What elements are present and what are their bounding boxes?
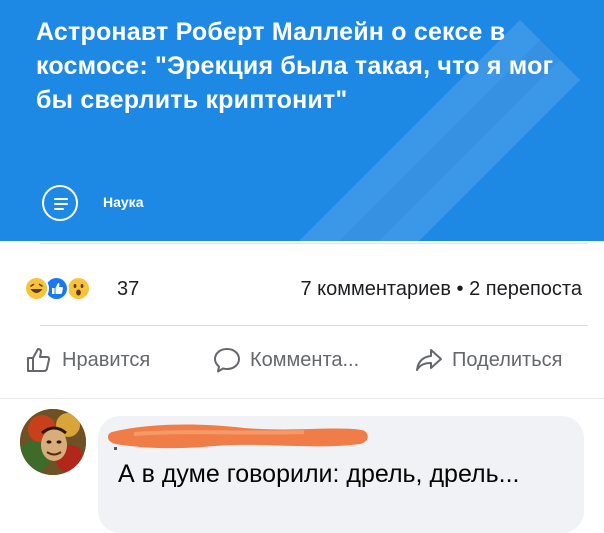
share-arrow-icon	[416, 349, 442, 371]
article-title[interactable]: Астронавт Роберт Маллейн о сексе в космо…	[36, 15, 556, 117]
reaction-count[interactable]: 37	[117, 278, 139, 301]
speech-bubble-icon	[214, 348, 240, 373]
share-label: Поделиться	[452, 348, 563, 371]
laugh-emoji-icon	[24, 276, 49, 301]
comment-text: А в думе говорили: дрель, дрель...	[118, 460, 520, 488]
comment-button[interactable]: Коммента...	[212, 344, 359, 376]
comments-reposts-count[interactable]: 7 комментариев • 2 перепоста	[300, 278, 582, 301]
avatar-image	[20, 409, 86, 475]
commenter-avatar[interactable]	[20, 409, 86, 475]
wow-emoji-icon	[66, 276, 91, 301]
like-label: Нравится	[62, 348, 151, 371]
like-button[interactable]: Нравится	[24, 344, 150, 376]
menu-lines-icon[interactable]	[42, 185, 78, 221]
comment-label: Коммента...	[250, 348, 360, 371]
card-divider	[40, 243, 588, 244]
article-card[interactable]: Астронавт Роберт Маллейн о сексе в космо…	[0, 0, 604, 241]
category-label[interactable]: Наука	[103, 194, 143, 210]
thumbs-up-icon	[27, 348, 51, 372]
share-button[interactable]: Поделиться	[414, 344, 562, 376]
divider	[0, 398, 604, 399]
divider	[40, 325, 588, 326]
redacted-author-name	[107, 424, 368, 450]
